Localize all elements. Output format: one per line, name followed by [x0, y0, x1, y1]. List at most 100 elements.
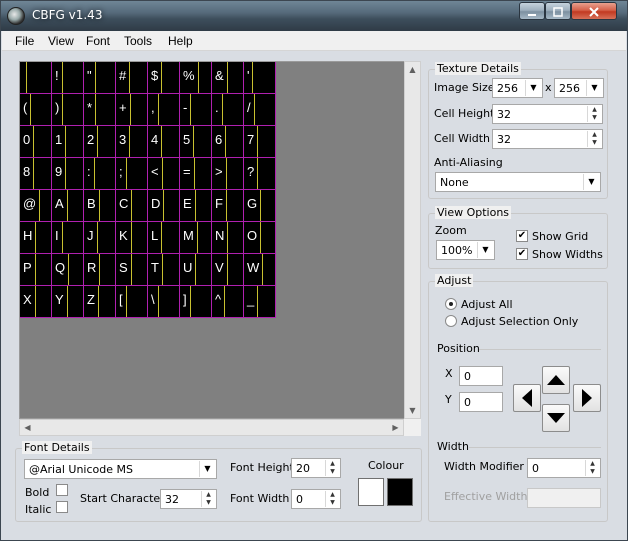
menu-view[interactable]: View [48, 34, 74, 48]
font-width-stepper[interactable]: 0 ▲ ▼ [291, 489, 341, 509]
menu-font[interactable]: Font [86, 34, 110, 48]
cell-width-stepper[interactable]: 32 ▲ ▼ [492, 129, 603, 149]
glyph-cell[interactable]: ; [116, 158, 148, 190]
glyph-cell[interactable]: / [244, 94, 276, 126]
vertical-scrollbar[interactable]: ▲ ▼ [404, 61, 421, 419]
cell-height-stepper[interactable]: 32 ▲ ▼ [492, 104, 603, 124]
glyph-cell[interactable]: _ [244, 286, 276, 318]
title-bar[interactable]: CBFG v1.43 [1, 1, 627, 31]
menu-tools[interactable]: Tools [124, 34, 152, 48]
glyph-cell[interactable]: 7 [244, 126, 276, 158]
glyph-cell[interactable]: , [148, 94, 180, 126]
glyph-cell[interactable]: 8 [20, 158, 52, 190]
glyph-cell[interactable]: & [212, 62, 244, 94]
bold-checkbox[interactable] [56, 484, 68, 496]
glyph-cell[interactable]: W [244, 254, 276, 286]
font-texture[interactable]: ! " # $% & ' () * +, -. / 0 1 2 3 4 5 6 7 8 9:; < = >? @ A B C D E F G H… [20, 62, 276, 318]
glyph-cell[interactable]: J [84, 222, 116, 254]
move-right-button[interactable] [573, 384, 601, 412]
background-colour-swatch[interactable] [387, 478, 413, 506]
zoom-select[interactable]: 100% ▼ [436, 240, 495, 260]
glyph-cell[interactable]: Q [52, 254, 84, 286]
move-up-button[interactable] [542, 366, 570, 394]
glyph-cell[interactable]: D [148, 190, 180, 222]
anti-aliasing-select[interactable]: None ▼ [435, 172, 601, 192]
spin-arrows-icon[interactable]: ▲ ▼ [325, 460, 339, 476]
glyph-cell[interactable]: @ [20, 190, 52, 222]
glyph-cell[interactable]: 2 [84, 126, 116, 158]
glyph-cell[interactable]: B [84, 190, 116, 222]
move-left-button[interactable] [513, 384, 541, 412]
glyph-cell[interactable]: ^ [212, 286, 244, 318]
glyph-cell[interactable]: * [84, 94, 116, 126]
glyph-cell[interactable]: S [116, 254, 148, 286]
maximize-button[interactable] [545, 2, 571, 20]
glyph-cell[interactable]: = [180, 158, 212, 190]
glyph-cell[interactable]: . [212, 94, 244, 126]
font-height-stepper[interactable]: 20 ▲ ▼ [291, 458, 341, 478]
glyph-cell[interactable]: X [20, 286, 52, 318]
scroll-down-icon[interactable]: ▼ [405, 403, 420, 418]
glyph-cell[interactable]: ! [52, 62, 84, 94]
glyph-cell[interactable]: E [180, 190, 212, 222]
glyph-cell[interactable]: ? [244, 158, 276, 190]
glyph-cell[interactable]: $ [148, 62, 180, 94]
adjust-all-radio[interactable] [445, 298, 457, 310]
start-character-stepper[interactable]: 32 ▲ ▼ [160, 489, 217, 509]
glyph-cell[interactable]: > [212, 158, 244, 190]
glyph-cell[interactable]: 9 [52, 158, 84, 190]
glyph-cell[interactable]: 5 [180, 126, 212, 158]
glyph-cell[interactable]: G [244, 190, 276, 222]
glyph-cell[interactable]: - [180, 94, 212, 126]
menu-help[interactable]: Help [168, 34, 193, 48]
glyph-cell[interactable]: L [148, 222, 180, 254]
glyph-cell[interactable]: < [148, 158, 180, 190]
glyph-cell[interactable]: 0 [20, 126, 52, 158]
adjust-selection-radio[interactable] [445, 315, 457, 327]
glyph-cell[interactable]: Y [52, 286, 84, 318]
glyph-cell[interactable]: \ [148, 286, 180, 318]
glyph-cell[interactable]: C [116, 190, 148, 222]
spin-arrows-icon[interactable]: ▲ ▼ [587, 106, 601, 122]
scroll-left-icon[interactable]: ◀ [20, 420, 35, 435]
glyph-cell[interactable]: P [20, 254, 52, 286]
glyph-cell[interactable]: F [212, 190, 244, 222]
glyph-cell[interactable]: ) [52, 94, 84, 126]
glyph-cell[interactable]: M [180, 222, 212, 254]
width-modifier-stepper[interactable]: 0 ▲ ▼ [527, 458, 601, 478]
glyph-cell[interactable]: O [244, 222, 276, 254]
glyph-cell[interactable]: [ [116, 286, 148, 318]
show-widths-checkbox[interactable]: ✔ [516, 248, 528, 260]
glyph-cell[interactable] [20, 62, 52, 94]
glyph-cell[interactable]: N [212, 222, 244, 254]
glyph-cell[interactable]: 1 [52, 126, 84, 158]
menu-file[interactable]: File [15, 34, 34, 48]
image-height-select[interactable]: 256 ▼ [554, 78, 604, 98]
image-width-select[interactable]: 256 ▼ [492, 78, 543, 98]
glyph-cell[interactable]: 4 [148, 126, 180, 158]
horizontal-scrollbar[interactable]: ◀ ▶ [19, 419, 404, 436]
position-y-input[interactable]: 0 [459, 392, 503, 412]
scroll-up-icon[interactable]: ▲ [405, 62, 420, 77]
position-x-input[interactable]: 0 [459, 366, 503, 386]
glyph-cell[interactable]: V [212, 254, 244, 286]
glyph-cell[interactable]: + [116, 94, 148, 126]
minimize-button[interactable] [519, 2, 545, 20]
scroll-right-icon[interactable]: ▶ [388, 420, 403, 435]
spin-arrows-icon[interactable]: ▲ ▼ [585, 460, 599, 476]
glyph-cell[interactable]: K [116, 222, 148, 254]
glyph-cell[interactable]: U [180, 254, 212, 286]
spin-arrows-icon[interactable]: ▲ ▼ [201, 491, 215, 507]
show-grid-checkbox[interactable]: ✔ [516, 230, 528, 242]
close-button[interactable] [571, 2, 617, 20]
glyph-cell[interactable]: Z [84, 286, 116, 318]
glyph-cell[interactable]: : [84, 158, 116, 190]
glyph-cell[interactable]: 6 [212, 126, 244, 158]
glyph-cell[interactable]: ] [180, 286, 212, 318]
glyph-cell[interactable]: A [52, 190, 84, 222]
spin-arrows-icon[interactable]: ▲ ▼ [587, 131, 601, 147]
spin-arrows-icon[interactable]: ▲ ▼ [325, 491, 339, 507]
glyph-cell[interactable]: ' [244, 62, 276, 94]
glyph-cell[interactable]: H [20, 222, 52, 254]
glyph-cell[interactable]: % [180, 62, 212, 94]
